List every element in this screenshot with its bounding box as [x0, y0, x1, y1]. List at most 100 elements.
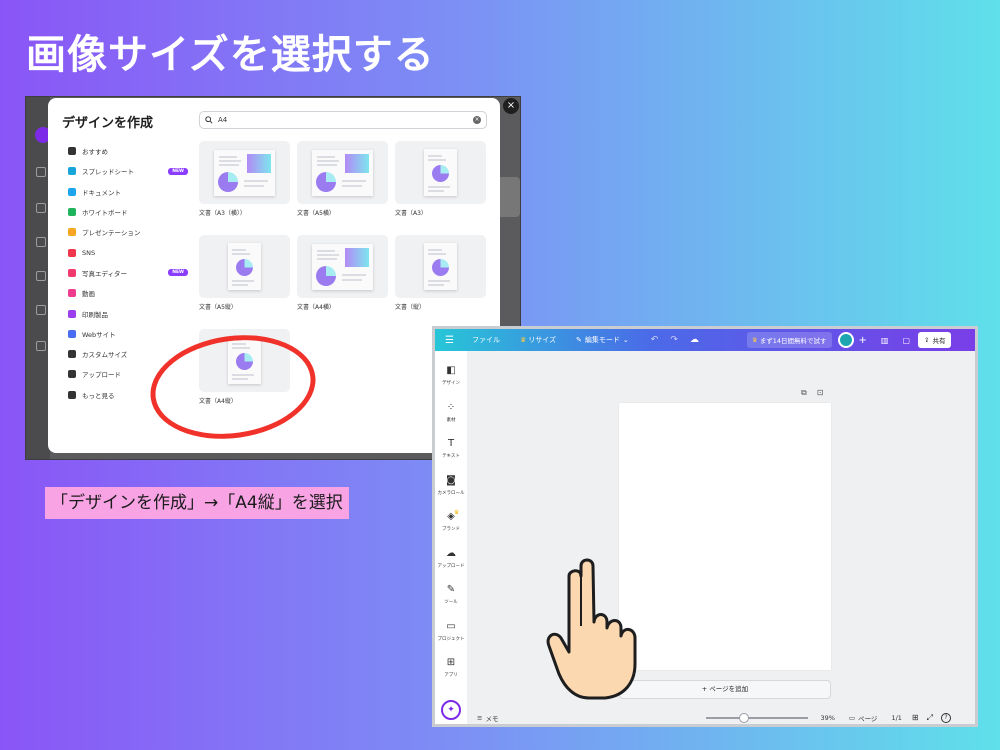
- menu-item-label: カスタムサイズ: [82, 351, 128, 360]
- sidebar-item-text[interactable]: T テキスト: [435, 438, 467, 459]
- comment-icon[interactable]: ▢: [902, 336, 910, 345]
- fullscreen-icon[interactable]: ⤢: [927, 713, 933, 723]
- add-page-icon[interactable]: ⊡: [817, 388, 824, 398]
- sidebar-item-label: デザイン: [442, 381, 460, 386]
- redo-icon[interactable]: ↷: [670, 335, 678, 345]
- template-label: 文書（A4横）: [297, 304, 335, 311]
- close-dialog-icon[interactable]: ×: [503, 98, 519, 114]
- sidebar-item-label: 素材: [446, 417, 456, 423]
- sidebar-item-upload[interactable]: ☁ アップロード: [435, 548, 467, 569]
- document-preview-icon: [424, 149, 457, 196]
- file-menu[interactable]: ファイル: [472, 335, 500, 345]
- add-collaborator-icon[interactable]: +: [859, 335, 867, 346]
- sidebar-item-tools[interactable]: ✎ ツール: [435, 584, 467, 605]
- notes-button[interactable]: ≡ メモ: [477, 713, 498, 723]
- help-icon[interactable]: ?: [941, 712, 952, 723]
- template-label: 文書（A3（横））: [199, 210, 246, 217]
- background-templates-icon: [36, 237, 46, 247]
- instruction-caption: 「デザインを作成」→「A4縦」を選択: [45, 487, 349, 519]
- menu-item[interactable]: 印刷製品: [68, 303, 188, 323]
- template-tile[interactable]: 文書（縦）: [395, 235, 486, 311]
- template-thumbnail: [297, 141, 388, 204]
- free-trial-button[interactable]: ♛ まず14日間無料で試す: [746, 332, 832, 348]
- add-page-button[interactable]: + ページを追加: [619, 680, 831, 699]
- sparkle-icon: [68, 147, 76, 156]
- elements-icon: ⁘: [446, 401, 456, 413]
- avatar[interactable]: [837, 332, 854, 348]
- camera-roll-icon: ◙: [446, 474, 456, 486]
- cloud-sync-icon[interactable]: ☁: [690, 335, 699, 345]
- projects-icon: ▭: [446, 620, 456, 632]
- zoom-level[interactable]: 39%: [820, 714, 834, 722]
- editor-bottombar: ≡ メモ 39% ▭ ページ 1/1 ⊞ ⤢ ?: [467, 711, 975, 724]
- zoom-slider-handle[interactable]: [739, 712, 750, 723]
- menu-icon[interactable]: ☰: [445, 335, 454, 346]
- more-icon: [68, 390, 76, 399]
- template-tile[interactable]: 文書（A5縦）: [199, 235, 290, 311]
- sidebar-item-projects[interactable]: ▭ プロジェクト: [435, 621, 467, 642]
- template-thumbnail: [199, 235, 290, 298]
- menu-item[interactable]: おすすめ: [68, 141, 188, 161]
- grid-view-icon[interactable]: ⊞: [912, 713, 919, 722]
- template-tile[interactable]: 文書（A3）: [395, 141, 486, 217]
- pages-button[interactable]: ▭ ページ: [849, 713, 878, 723]
- magic-sparkle-icon[interactable]: ✦: [441, 700, 461, 720]
- sidebar-item-camera-roll[interactable]: ◙ カメラロール: [435, 475, 467, 496]
- resize-button[interactable]: ♛ リサイズ: [520, 335, 556, 345]
- background-brand-icon: [36, 271, 46, 281]
- zoom-slider[interactable]: [706, 712, 809, 723]
- menu-item-label: スプレッドシート: [82, 168, 134, 177]
- menu-item[interactable]: プレゼンテーション: [68, 222, 188, 242]
- canvas-page[interactable]: [619, 403, 831, 670]
- template-label: 文書（A5横）: [297, 210, 335, 217]
- spreadsheet-icon: [68, 167, 76, 176]
- menu-item[interactable]: ホワイトボード: [68, 202, 188, 222]
- sidebar-item-elements[interactable]: ⁘ 素材: [435, 402, 467, 423]
- sidebar-item-design[interactable]: ◧ デザイン: [435, 365, 467, 386]
- menu-item-label: おすすめ: [82, 148, 108, 157]
- sidebar-item-label: カメラロール: [437, 490, 465, 496]
- editor-sidebar: ◧ デザイン ⁘ 素材 T テキスト ◙ カメラロール ◈ ブランド ♛ ☁ アップロード ✎ ツール ▭ プロ…: [435, 351, 467, 724]
- template-tile[interactable]: 文書（A3（横））: [199, 141, 290, 217]
- design-icon: ◧: [446, 365, 456, 376]
- template-label: 文書（縦）: [395, 304, 426, 311]
- menu-item[interactable]: Webサイト: [68, 324, 188, 344]
- template-tile[interactable]: 文書（A5横）: [297, 141, 388, 217]
- template-tile[interactable]: 文書（A4横）: [297, 235, 388, 311]
- sidebar-item-brand[interactable]: ◈ ブランド ♛: [435, 509, 467, 532]
- free-trial-label: まず14日間無料で試す: [759, 337, 827, 345]
- duplicate-page-icon[interactable]: ⧉: [801, 388, 807, 398]
- pencil-icon: ✎: [576, 336, 582, 344]
- menu-item[interactable]: SNS: [68, 242, 188, 262]
- tools-icon: ✎: [446, 584, 456, 595]
- undo-icon[interactable]: ↶: [651, 335, 659, 345]
- edit-mode-dropdown[interactable]: ✎ 編集モード ⌄: [576, 335, 629, 345]
- page-count: 1/1: [891, 713, 902, 722]
- template-label: 文書（A5縦）: [199, 304, 237, 311]
- sidebar-item-label: ブランド: [442, 527, 460, 532]
- menu-item-label: プレゼンテーション: [82, 229, 141, 238]
- menu-item[interactable]: 写真エディター NEW: [68, 263, 188, 283]
- presentation-icon: [68, 228, 76, 237]
- menu-item-label: アップロード: [82, 371, 121, 380]
- share-button[interactable]: ⇪ 共有: [918, 332, 952, 348]
- sidebar-item-label: テキスト: [442, 454, 460, 459]
- page-actions: ⧉ ⊡: [801, 388, 823, 398]
- search-input[interactable]: A4 ×: [199, 111, 487, 129]
- pointing-hand-icon: [546, 558, 637, 700]
- slide-title: 画像サイズを選択する: [26, 32, 435, 78]
- analytics-icon[interactable]: ▥: [881, 336, 889, 345]
- menu-item[interactable]: ドキュメント: [68, 182, 188, 202]
- dialog-title: デザインを作成: [62, 116, 154, 131]
- share-icon: ⇪: [924, 336, 930, 344]
- clear-search-icon[interactable]: ×: [473, 116, 481, 124]
- print-icon: [68, 309, 76, 318]
- custom-size-icon: [68, 350, 76, 359]
- menu-item[interactable]: 動画: [68, 283, 188, 303]
- background-apps-icon: [36, 305, 46, 315]
- crown-icon: ♛: [519, 336, 527, 344]
- apps-icon: ⊞: [446, 657, 456, 668]
- menu-item[interactable]: スプレッドシート NEW: [68, 161, 188, 181]
- crown-icon: ♛: [751, 336, 758, 344]
- sidebar-item-apps[interactable]: ⊞ アプリ: [435, 657, 467, 678]
